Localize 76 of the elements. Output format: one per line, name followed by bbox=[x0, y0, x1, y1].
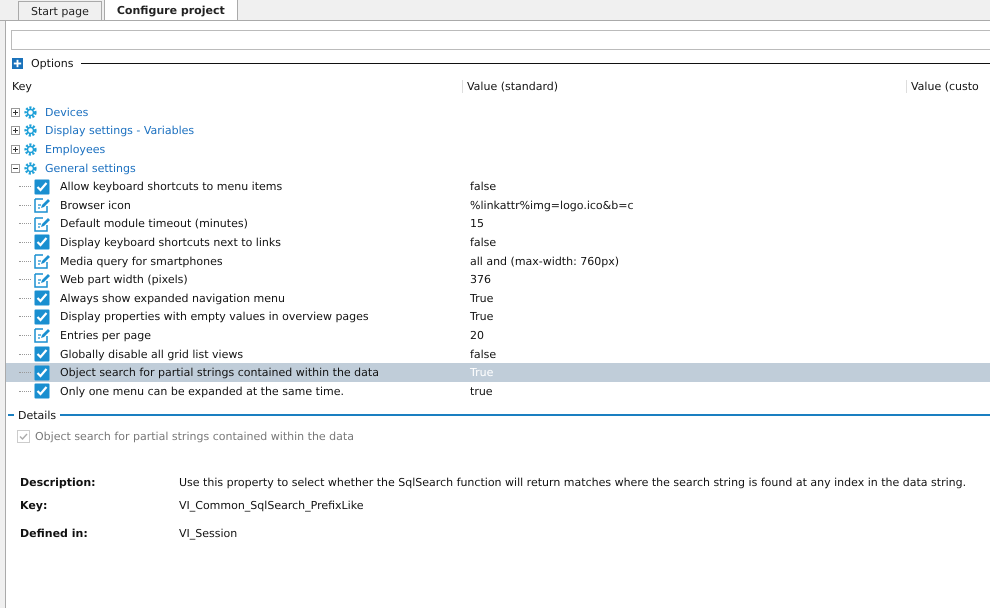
column-header[interactable]: Value (custo bbox=[906, 80, 979, 93]
setting-label[interactable]: Web part width (pixels) bbox=[58, 272, 190, 288]
setting-value: false bbox=[470, 180, 496, 194]
checkbox-icon bbox=[34, 178, 50, 195]
setting-value: True bbox=[470, 310, 494, 324]
tree-row[interactable]: Display properties with empty values in overview pages True bbox=[6, 308, 990, 326]
field-label: Key: bbox=[20, 499, 48, 512]
group-label[interactable]: Display settings - Variables bbox=[45, 124, 194, 138]
tree-row[interactable]: Media query for smartphones all and (max-width: 760px) bbox=[6, 252, 990, 270]
tree-row[interactable]: Web part width (pixels) 376 bbox=[6, 270, 990, 289]
setting-label[interactable]: Display keyboard shortcuts next to links bbox=[58, 234, 283, 250]
checkbox-label: Object search for partial strings contained within the data bbox=[35, 430, 354, 443]
group-label[interactable]: General settings bbox=[45, 162, 136, 175]
expander-icon[interactable] bbox=[11, 108, 20, 117]
setting-label[interactable]: Default module timeout (minutes) bbox=[58, 216, 250, 232]
setting-value: 20 bbox=[470, 328, 484, 342]
setting-label[interactable]: Browser icon bbox=[58, 198, 133, 213]
setting-label[interactable]: Only one menu can be expanded at the same time. bbox=[58, 384, 346, 399]
setting-value: false bbox=[470, 236, 496, 249]
setting-value: True bbox=[470, 292, 494, 305]
expander-icon[interactable] bbox=[11, 126, 20, 136]
checkbox-icon bbox=[34, 308, 50, 325]
setting-label[interactable]: Media query for smartphones bbox=[58, 254, 225, 269]
tree-row[interactable]: Entries per page 20 bbox=[6, 326, 990, 345]
tree-row[interactable]: Display keyboard shortcuts next to links false bbox=[6, 233, 990, 252]
setting-value: 376 bbox=[470, 273, 491, 286]
checkbox-icon bbox=[34, 290, 50, 306]
tree-row[interactable]: Globally disable all grid list views false bbox=[6, 344, 990, 364]
tree-row[interactable]: Default module timeout (minutes) 15 bbox=[6, 214, 990, 234]
field-label: Description: bbox=[20, 476, 97, 489]
expander-icon[interactable] bbox=[11, 144, 20, 154]
gear-icon bbox=[23, 142, 38, 157]
expander-icon[interactable] bbox=[11, 164, 20, 173]
tree-row[interactable]: Always show expanded navigation menu True bbox=[6, 288, 990, 308]
setting-label[interactable]: Always show expanded navigation menu bbox=[58, 290, 287, 306]
setting-value: true bbox=[470, 384, 493, 398]
setting-value: all and (max-width: 760px) bbox=[470, 254, 620, 268]
edit-icon bbox=[34, 272, 50, 288]
setting-value: 15 bbox=[470, 217, 484, 230]
setting-value: True bbox=[470, 366, 494, 380]
column-header[interactable]: Key bbox=[12, 80, 32, 93]
gear-icon bbox=[23, 123, 38, 138]
tree-row[interactable]: Object search for partial strings contained within the data True bbox=[6, 363, 990, 382]
field-value: Use this property to select whether the SqlSearch function will return matches where the search string is found at any index in the data string. bbox=[179, 476, 966, 489]
setting-label[interactable]: Display properties with empty values in overview pages bbox=[58, 309, 371, 324]
gear-icon bbox=[23, 160, 38, 176]
column-header[interactable]: Value (standard) bbox=[462, 80, 558, 93]
field-label: Defined in: bbox=[20, 527, 89, 540]
tab[interactable]: Configure project bbox=[104, 0, 238, 20]
edit-icon bbox=[34, 216, 50, 232]
field-value: VI_Common_SqlSearch_PrefixLike bbox=[179, 499, 364, 512]
checkbox-icon bbox=[34, 346, 50, 362]
edit-icon bbox=[34, 327, 50, 344]
tree-row[interactable]: Only one menu can be expanded at the same time. true bbox=[6, 382, 990, 400]
tree-row[interactable]: Allow keyboard shortcuts to menu items false bbox=[6, 177, 990, 196]
edit-icon bbox=[34, 197, 50, 214]
group-label[interactable]: Employees bbox=[45, 142, 106, 156]
section-title: Options bbox=[31, 56, 74, 70]
expand-icon[interactable] bbox=[12, 58, 23, 68]
setting-value: false bbox=[470, 348, 496, 361]
tab[interactable]: Start page bbox=[18, 1, 102, 20]
checkbox-icon bbox=[34, 383, 50, 400]
setting-value: %linkattr%img=logo.ico&b=c bbox=[470, 198, 634, 212]
checkbox-icon bbox=[34, 234, 50, 250]
input-field[interactable] bbox=[11, 30, 990, 50]
setting-label[interactable]: Object search for partial strings contained within the data bbox=[58, 365, 381, 380]
checkbox-icon bbox=[34, 364, 50, 381]
setting-label[interactable]: Entries per page bbox=[58, 328, 154, 343]
setting-label[interactable]: Allow keyboard shortcuts to menu items bbox=[58, 179, 284, 194]
section-title: Details bbox=[18, 408, 56, 422]
tree-row[interactable]: Browser icon %linkattr%img=logo.ico&b=c bbox=[6, 196, 990, 215]
setting-label[interactable]: Globally disable all grid list views bbox=[58, 346, 246, 362]
gear-icon bbox=[23, 104, 38, 120]
field-value: VI_Session bbox=[179, 527, 238, 540]
edit-icon bbox=[34, 253, 50, 270]
group-label[interactable]: Devices bbox=[45, 106, 88, 119]
